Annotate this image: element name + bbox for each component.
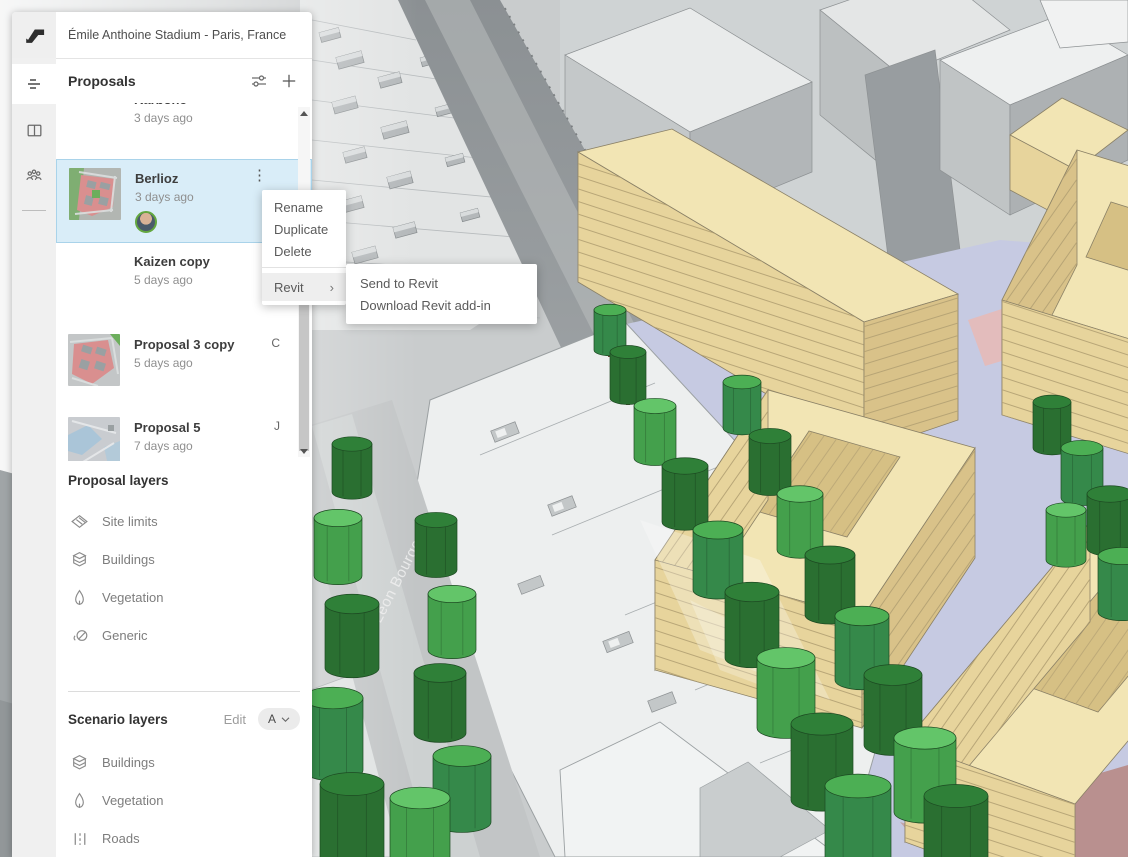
submenu-item-download-revit-addin[interactable]: Download Revit add-in <box>346 294 537 316</box>
scroll-up-arrow[interactable] <box>298 107 310 119</box>
kebab-menu-icon[interactable]: ⋮ <box>252 168 267 184</box>
proposal-time: 7 days ago <box>134 438 268 455</box>
scenario-layers-title: Scenario layers <box>68 712 224 727</box>
filter-icon[interactable] <box>250 72 268 90</box>
layer-label: Generic <box>102 628 148 643</box>
proposal-name: Berlioz <box>135 170 267 188</box>
vegetation-icon <box>70 588 89 607</box>
layer-row-roads[interactable]: Roads <box>56 819 312 857</box>
presence-badge: C <box>271 336 280 350</box>
scenario-selector[interactable]: A <box>258 708 300 730</box>
menu-item-rename[interactable]: Rename <box>262 196 346 218</box>
app-window: Allée Léon Bourgeois Émile <box>0 0 1128 857</box>
scenario-selector-value: A <box>268 712 276 726</box>
project-title: Émile Anthoine Stadium - Paris, France <box>56 12 312 59</box>
submenu-item-send-to-revit[interactable]: Send to Revit <box>346 272 537 294</box>
proposal-layers-title: Proposal layers <box>56 473 312 488</box>
layer-label: Site limits <box>102 514 158 529</box>
layer-label: Vegetation <box>102 590 163 605</box>
proposal-name: Proposal 3 copy <box>134 336 268 354</box>
layer-row-vegetation[interactable]: Vegetation <box>56 578 312 616</box>
proposal-name: Proposal 5 <box>134 419 268 437</box>
scenario-layers-section: Scenario layers Edit A Buildings <box>56 692 312 857</box>
scroll-down-arrow[interactable] <box>298 445 310 457</box>
chevron-right-icon: › <box>330 280 334 295</box>
site-limits-icon <box>70 512 89 531</box>
revit-submenu: Send to Revit Download Revit add-in <box>346 264 537 324</box>
proposal-time: 3 days ago <box>135 189 267 206</box>
proposals-title: Proposals <box>68 73 238 89</box>
forma-logo[interactable] <box>12 12 56 58</box>
nav-library-icon[interactable] <box>12 110 56 150</box>
proposal-thumbnail <box>69 168 121 220</box>
menu-separator <box>262 267 346 268</box>
proposals-header: Proposals <box>56 59 312 103</box>
buildings-icon <box>70 550 89 569</box>
nav-proposals-icon[interactable] <box>12 64 56 104</box>
proposal-layers-section: Proposal layers Site limits Buildings <box>56 473 312 654</box>
nav-collaborate-icon[interactable] <box>12 156 56 196</box>
vegetation-icon <box>70 791 89 810</box>
menu-item-delete[interactable]: Delete <box>262 240 346 262</box>
add-proposal-icon[interactable] <box>280 72 298 90</box>
layer-label: Buildings <box>102 552 155 567</box>
layer-row-vegetation[interactable]: Vegetation <box>56 781 312 819</box>
layer-label: Buildings <box>102 755 155 770</box>
chevron-down-icon <box>281 716 290 723</box>
proposal-time: 3 days ago <box>134 110 268 127</box>
buildings-icon <box>70 753 89 772</box>
proposal-time: 5 days ago <box>134 355 268 372</box>
menu-item-label: Revit <box>274 280 304 295</box>
roads-icon <box>70 829 89 848</box>
left-panel: Émile Anthoine Stadium - Paris, France P… <box>12 12 312 857</box>
proposal-name: Karbone <box>134 103 268 109</box>
layer-label: Roads <box>102 831 140 846</box>
proposal-thumbnail <box>68 334 120 386</box>
presence-badge: J <box>274 419 280 433</box>
list-item-proposal[interactable]: Proposal 3 copy 5 days ago C <box>56 326 312 409</box>
layer-label: Vegetation <box>102 793 163 808</box>
menu-item-duplicate[interactable]: Duplicate <box>262 218 346 240</box>
layer-row-buildings[interactable]: Buildings <box>56 540 312 578</box>
list-item-proposal[interactable]: Karbone 3 days ago A <box>56 103 312 159</box>
proposal-name: Kaizen copy <box>134 253 268 271</box>
menu-item-revit[interactable]: Revit › <box>262 273 346 301</box>
presence-badge: A <box>272 103 280 105</box>
scrollbar-thumb[interactable] <box>299 303 309 451</box>
generic-icon <box>70 626 89 645</box>
layer-row-site-limits[interactable]: Site limits <box>56 502 312 540</box>
proposal-thumbnail <box>68 417 120 461</box>
collaborator-avatar <box>135 211 157 233</box>
layer-row-buildings[interactable]: Buildings <box>56 743 312 781</box>
edit-button[interactable]: Edit <box>224 712 246 727</box>
list-item-proposal[interactable]: Proposal 5 7 days ago J <box>56 409 312 461</box>
context-menu: Rename Duplicate Delete Revit › <box>262 190 346 305</box>
layer-row-generic[interactable]: Generic <box>56 616 312 654</box>
rail-divider <box>22 210 46 211</box>
nav-rail <box>12 12 56 857</box>
panel-content: Émile Anthoine Stadium - Paris, France P… <box>56 12 312 857</box>
proposal-time: 5 days ago <box>134 272 268 289</box>
